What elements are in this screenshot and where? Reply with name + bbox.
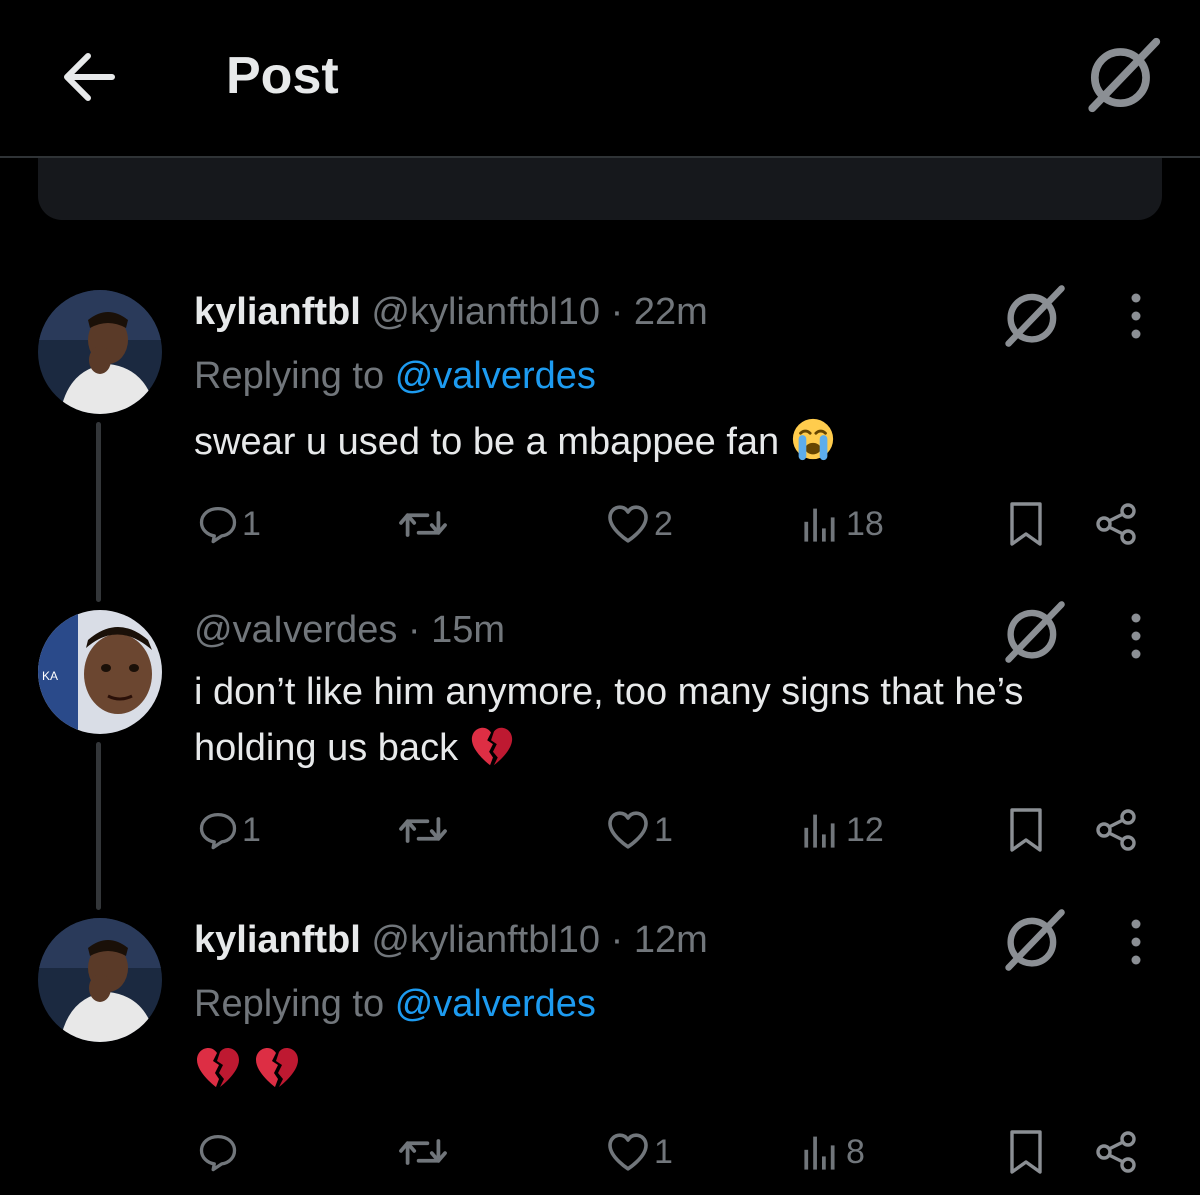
share-button[interactable] [1092, 800, 1140, 860]
post-time[interactable]: 15m [431, 609, 505, 651]
post-text-content: i don’t like him anymore, too many signs… [194, 671, 1024, 769]
broken-heart-icon [469, 724, 515, 768]
bookmark-icon [1006, 1127, 1046, 1177]
reply-button[interactable]: 1 [196, 494, 261, 554]
arrow-left-icon [64, 53, 115, 101]
share-icon [1092, 500, 1140, 548]
thread-line [96, 742, 101, 910]
grok-button[interactable] [1000, 906, 1068, 974]
repost-button[interactable] [396, 494, 450, 554]
repost-button[interactable] [396, 800, 450, 860]
repost-icon [396, 1130, 450, 1174]
reply-button[interactable]: 1 [196, 800, 261, 860]
bookmark-button[interactable] [1006, 800, 1046, 860]
like-count: 1 [654, 810, 673, 849]
views-button[interactable]: 8 [800, 1122, 865, 1182]
post-header: kylianftbl @kylianftbl10 · 12m [194, 916, 708, 964]
view-count: 18 [846, 504, 884, 543]
svg-text:KA: KA [42, 669, 58, 683]
reply-icon [196, 1130, 240, 1174]
grok-icon [1082, 34, 1164, 116]
mention-link[interactable]: @valverdes [395, 983, 596, 1025]
like-count: 2 [654, 504, 673, 543]
replying-label: Replying to [194, 355, 385, 397]
replying-to: Replying to @valverdes [194, 980, 596, 1028]
view-count: 8 [846, 1132, 865, 1171]
more-icon [1118, 918, 1154, 966]
share-button[interactable] [1092, 1122, 1140, 1182]
more-options-button[interactable] [1118, 918, 1154, 978]
repost-icon [396, 502, 450, 546]
like-button[interactable]: 1 [604, 800, 673, 860]
post-text: i don’t like him anymore, too many signs… [194, 664, 1154, 776]
reply-count: 1 [242, 810, 261, 849]
replying-label: Replying to [194, 983, 385, 1025]
page-title: Post [226, 47, 339, 105]
user-handle[interactable]: @vaIverdes [194, 609, 397, 651]
post-time[interactable]: 22m [634, 291, 708, 333]
grok-button[interactable] [1082, 34, 1164, 116]
views-icon [800, 1130, 844, 1174]
bookmark-icon [1006, 805, 1046, 855]
view-count: 12 [846, 810, 884, 849]
more-options-button[interactable] [1118, 292, 1154, 352]
like-button[interactable]: 2 [604, 494, 673, 554]
share-icon [1092, 806, 1140, 854]
bookmark-button[interactable] [1006, 494, 1046, 554]
user-handle[interactable]: @kylianftbl10 [371, 291, 600, 333]
broken-heart-icon [194, 1044, 242, 1090]
repost-icon [396, 808, 450, 852]
avatar[interactable] [38, 918, 162, 1042]
display-name[interactable]: kylianftbl [194, 291, 361, 333]
heart-icon [604, 806, 652, 854]
views-button[interactable]: 18 [800, 494, 884, 554]
heart-icon [604, 1128, 652, 1176]
post-time[interactable]: 12m [634, 919, 708, 961]
bookmark-button[interactable] [1006, 1122, 1046, 1182]
more-icon [1118, 612, 1154, 660]
broken-heart-icon [253, 1044, 301, 1090]
grok-button[interactable] [1000, 282, 1068, 350]
views-icon [800, 502, 844, 546]
more-options-button[interactable] [1118, 612, 1154, 672]
reply-icon [196, 808, 240, 852]
reply-icon [196, 502, 240, 546]
views-button[interactable]: 12 [800, 800, 884, 860]
repost-button[interactable] [396, 1122, 450, 1182]
more-icon [1118, 292, 1154, 340]
mention-link[interactable]: @valverdes [395, 355, 596, 397]
bookmark-icon [1006, 499, 1046, 549]
separator: · [407, 609, 421, 651]
post-text: swear u used to be a mbappee fan [194, 414, 1154, 470]
avatar[interactable] [38, 290, 162, 414]
reply-count: 1 [242, 504, 261, 543]
post-text-content: swear u used to be a mbappee fan [194, 421, 780, 463]
avatar[interactable]: KA [38, 610, 162, 734]
grok-button[interactable] [1000, 598, 1068, 666]
user-handle[interactable]: @kylianftbl10 [371, 919, 600, 961]
share-button[interactable] [1092, 494, 1140, 554]
display-name[interactable]: kylianftbl [194, 919, 361, 961]
like-count: 1 [654, 1132, 673, 1171]
grok-icon [1000, 282, 1068, 350]
share-icon [1092, 1128, 1140, 1176]
post-text [194, 1042, 1154, 1098]
top-bar: Post [0, 0, 1200, 158]
views-icon [800, 808, 844, 852]
separator: · [610, 919, 624, 961]
thread-line [96, 422, 101, 602]
back-button[interactable] [54, 42, 124, 112]
grok-icon [1000, 598, 1068, 666]
heart-icon [604, 500, 652, 548]
grok-icon [1000, 906, 1068, 974]
post-header: kylianftbl @kylianftbl10 · 22m [194, 288, 708, 336]
post-header: @vaIverdes · 15m [194, 606, 505, 654]
replying-to: Replying to @valverdes [194, 352, 596, 400]
like-button[interactable]: 1 [604, 1122, 673, 1182]
separator: · [610, 291, 624, 333]
loudly-crying-face-icon [790, 416, 836, 462]
reply-button[interactable] [196, 1122, 242, 1182]
